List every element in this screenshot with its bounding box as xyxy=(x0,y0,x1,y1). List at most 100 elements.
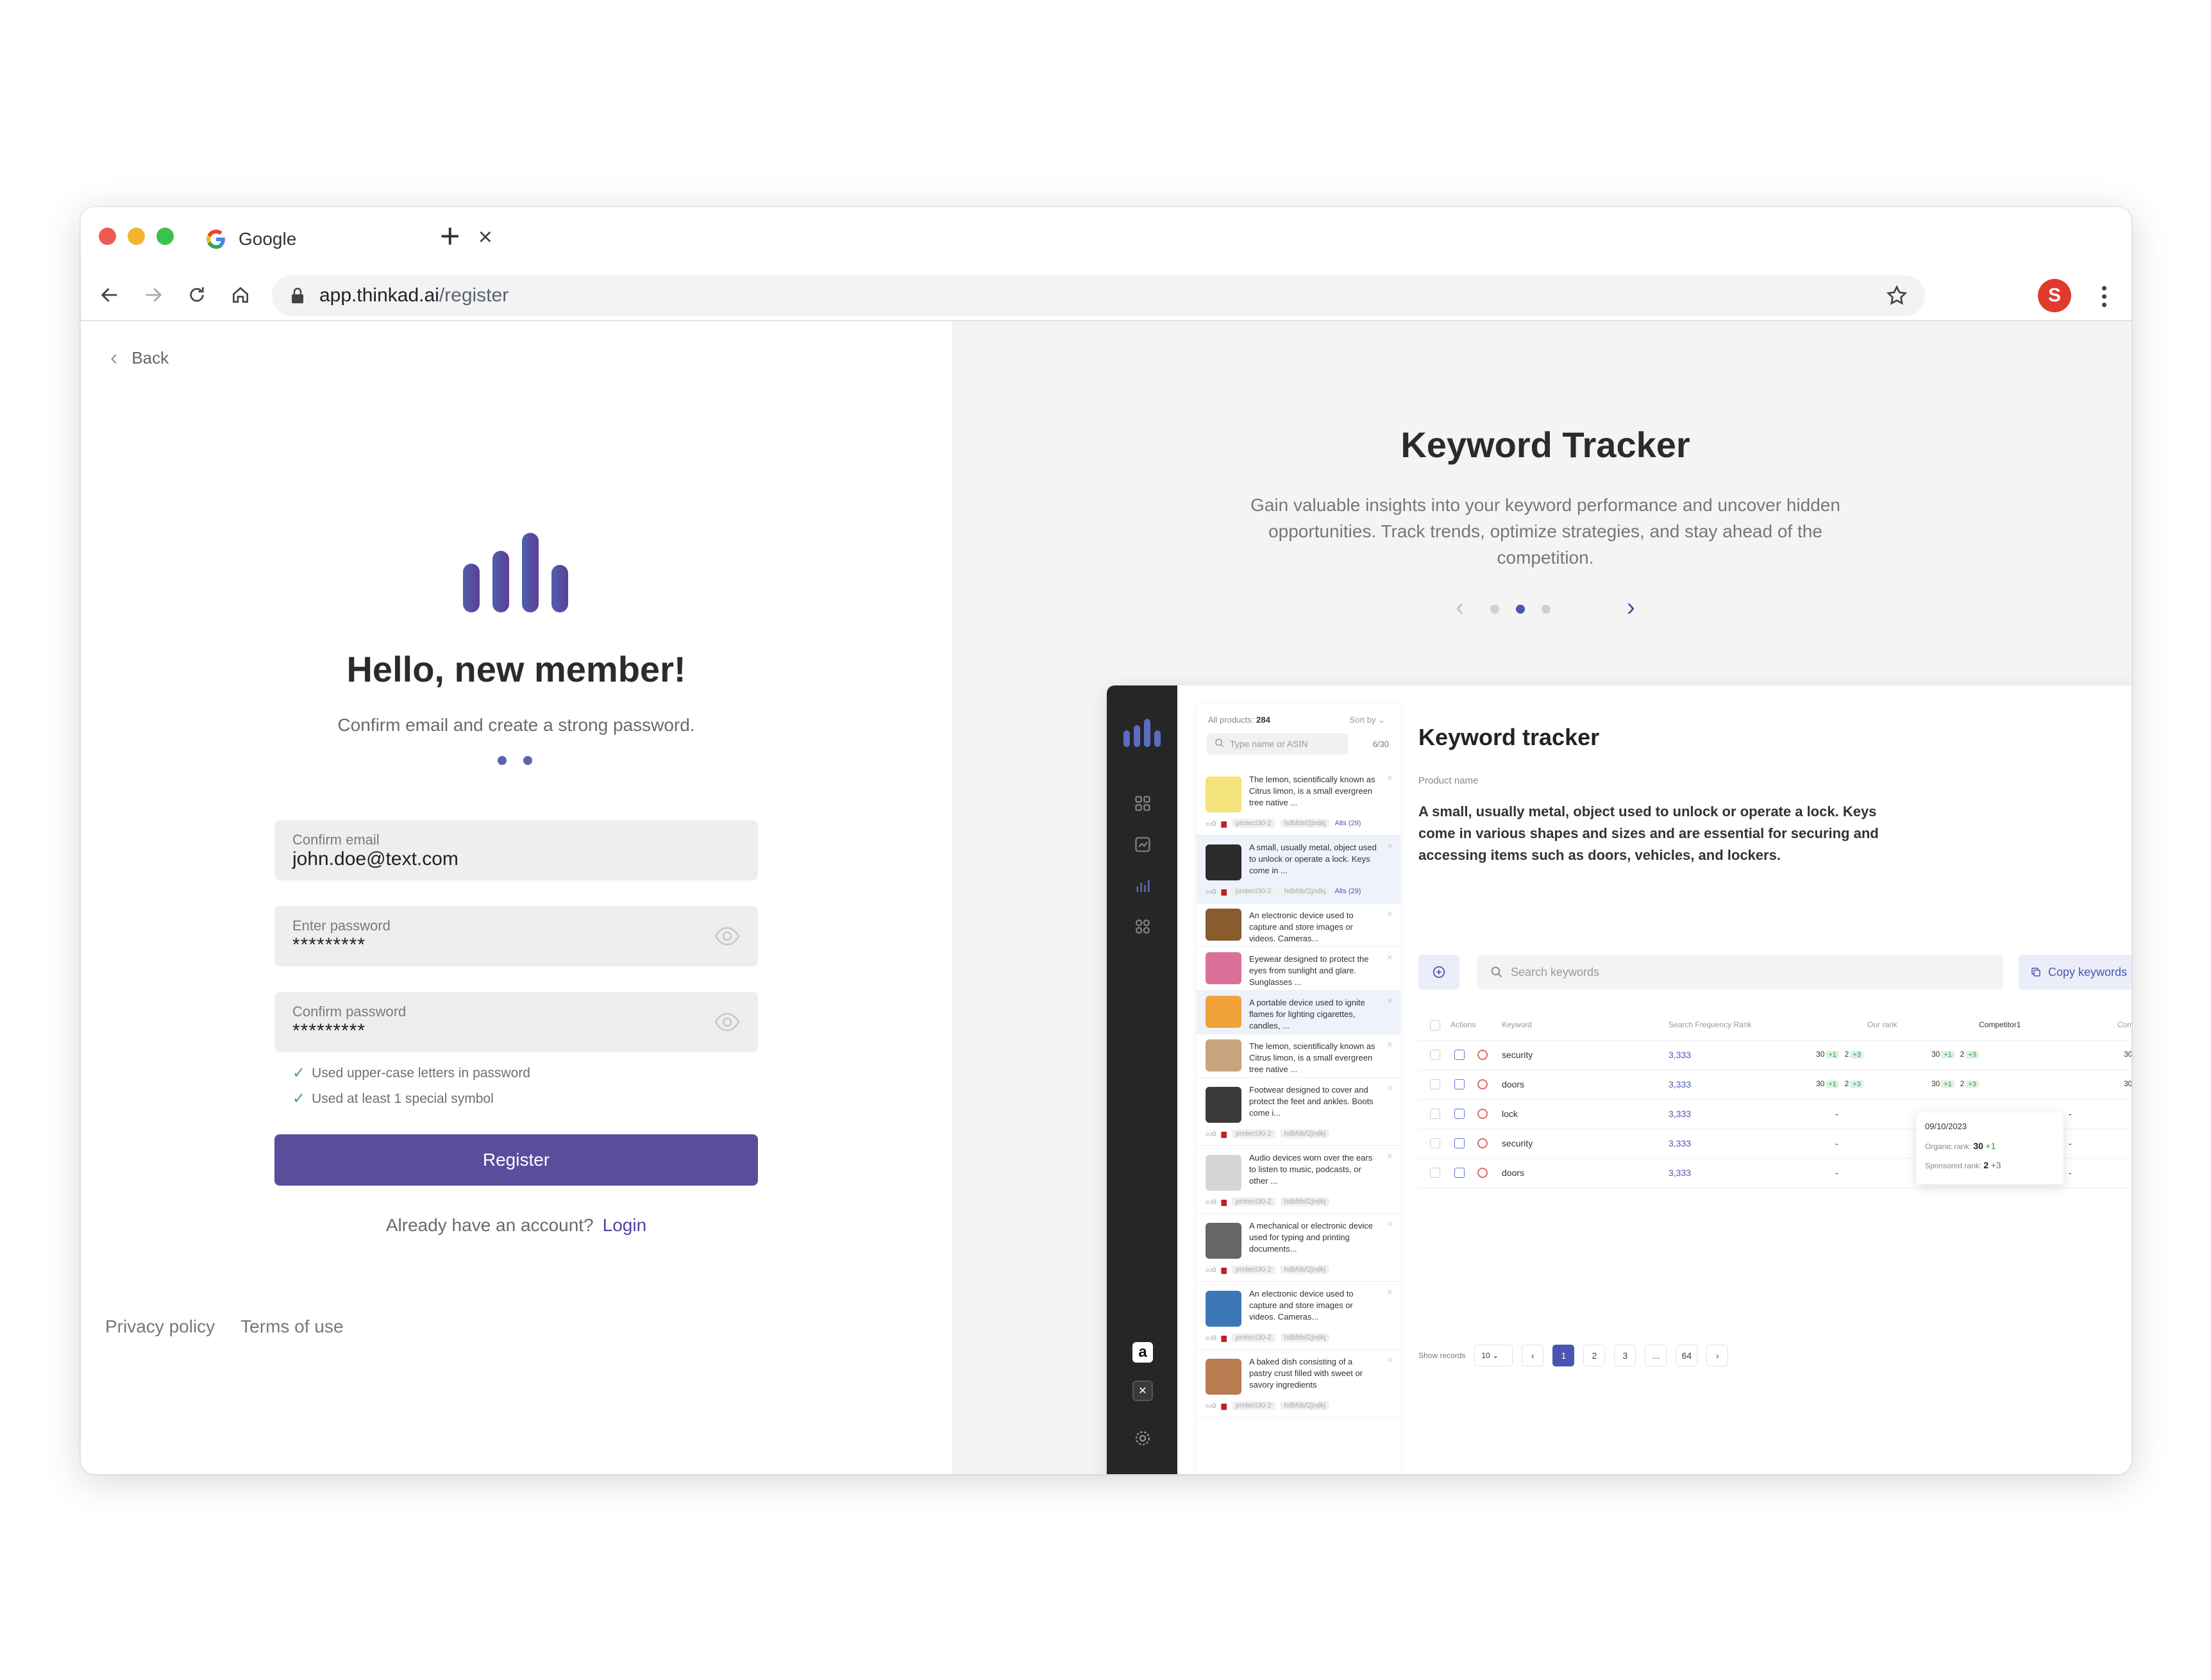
field-value[interactable]: john.doe@text.com xyxy=(292,848,458,870)
minimize-window-button[interactable] xyxy=(128,228,145,245)
home-icon[interactable] xyxy=(224,279,256,311)
track-checkbox[interactable] xyxy=(1454,1138,1465,1148)
uk-flag-icon[interactable]: ✕ xyxy=(1132,1381,1153,1401)
product-list-item[interactable]: The lemon, scientifically known as Citru… xyxy=(1197,768,1400,836)
carousel-dot[interactable] xyxy=(1542,605,1551,614)
remove-product-icon[interactable]: × xyxy=(1387,1151,1393,1163)
remove-product-icon[interactable]: × xyxy=(1387,1039,1393,1051)
forward-arrow-icon[interactable] xyxy=(137,279,169,311)
terms-of-use-link[interactable]: Terms of use xyxy=(240,1316,343,1337)
column-header[interactable]: Our rank xyxy=(1867,1020,1897,1029)
chevron-right-icon[interactable]: › xyxy=(1627,593,1635,622)
row-checkbox[interactable] xyxy=(1430,1138,1440,1148)
login-link[interactable]: Login xyxy=(603,1215,647,1235)
product-list-item[interactable]: An electronic device used to capture and… xyxy=(1197,1282,1400,1350)
amazon-icon[interactable]: a xyxy=(1132,1342,1153,1363)
copy-keywords-button[interactable]: Copy keywords xyxy=(2019,955,2131,989)
remove-product-icon[interactable]: × xyxy=(1387,1083,1393,1095)
select-all-checkbox[interactable] xyxy=(1430,1020,1440,1030)
product-search-input[interactable]: Type name or ASIN xyxy=(1207,733,1348,755)
chevron-left-icon[interactable]: ‹ xyxy=(1456,593,1464,622)
integrations-icon[interactable] xyxy=(1134,918,1152,936)
reload-icon[interactable] xyxy=(181,279,213,311)
bookmark-star-icon[interactable] xyxy=(1885,284,1908,307)
track-checkbox[interactable] xyxy=(1454,1050,1465,1060)
remove-product-icon[interactable]: × xyxy=(1387,909,1393,920)
table-row[interactable]: security 3,333 30 +1 2 +3 30 +1 2 +3 30 xyxy=(1418,1041,2131,1070)
browser-menu-icon[interactable] xyxy=(2094,280,2114,312)
block-keyword-icon[interactable] xyxy=(1477,1168,1488,1178)
page-button[interactable]: ... xyxy=(1645,1345,1667,1366)
add-keyword-button[interactable] xyxy=(1418,955,1459,989)
privacy-policy-link[interactable]: Privacy policy xyxy=(105,1316,215,1337)
row-checkbox[interactable] xyxy=(1430,1168,1440,1178)
close-window-button[interactable] xyxy=(99,228,116,245)
frequency-rank-cell[interactable]: 3,333 xyxy=(1669,1168,1691,1178)
field-value[interactable]: ********* xyxy=(292,1020,366,1042)
remove-product-icon[interactable]: × xyxy=(1387,773,1393,784)
row-checkbox[interactable] xyxy=(1430,1109,1440,1119)
product-list-item[interactable]: Eyewear designed to protect the eyes fro… xyxy=(1197,947,1400,991)
track-checkbox[interactable] xyxy=(1454,1168,1465,1178)
frequency-rank-cell[interactable]: 3,333 xyxy=(1669,1138,1691,1148)
register-button[interactable]: Register xyxy=(274,1134,758,1186)
sort-dropdown[interactable]: Sort by ⌄ xyxy=(1349,715,1385,725)
block-keyword-icon[interactable] xyxy=(1477,1109,1488,1119)
alts-toggle[interactable]: Alts (29) xyxy=(1334,887,1361,895)
tab-close-icon[interactable]: × xyxy=(478,225,492,249)
column-header[interactable]: Competitor1 xyxy=(1979,1020,2021,1029)
eye-icon[interactable] xyxy=(714,925,740,947)
column-header[interactable]: Comp xyxy=(2117,1020,2131,1029)
eye-icon[interactable] xyxy=(714,1011,740,1033)
maximize-window-button[interactable] xyxy=(156,228,174,245)
confirm-password-field[interactable]: Confirm password ********* xyxy=(274,992,758,1052)
column-header[interactable]: Search Frequency Rank xyxy=(1669,1020,1751,1029)
page-button[interactable]: 2 xyxy=(1583,1345,1606,1366)
profile-avatar[interactable]: S xyxy=(2038,279,2071,312)
row-checkbox[interactable] xyxy=(1430,1050,1440,1060)
field-value[interactable]: ********* xyxy=(292,934,366,956)
remove-product-icon[interactable]: × xyxy=(1387,1355,1393,1366)
product-list-item[interactable]: Audio devices worn over the ears to list… xyxy=(1197,1146,1400,1214)
product-list-item[interactable]: A mechanical or electronic device used f… xyxy=(1197,1214,1400,1282)
page-button[interactable]: 64 xyxy=(1676,1345,1698,1366)
product-list-item[interactable]: A baked dish consisting of a pastry crus… xyxy=(1197,1350,1400,1418)
column-header[interactable]: Keyword xyxy=(1502,1020,1532,1029)
remove-product-icon[interactable]: × xyxy=(1387,1287,1393,1298)
page-button[interactable]: 1 xyxy=(1552,1345,1575,1366)
product-list-item[interactable]: A small, usually metal, object used to u… xyxy=(1197,836,1400,903)
confirm-email-field[interactable]: Confirm email john.doe@text.com xyxy=(274,820,758,880)
product-list-item[interactable]: A portable device used to ignite flames … xyxy=(1197,991,1400,1034)
address-bar[interactable]: app.thinkad.ai/register xyxy=(272,275,1925,316)
chevron-right-icon[interactable]: › xyxy=(1706,1345,1729,1366)
gear-icon[interactable] xyxy=(1134,1429,1152,1447)
carousel-dot-active[interactable] xyxy=(1516,605,1525,614)
carousel-dot[interactable] xyxy=(1490,605,1499,614)
block-keyword-icon[interactable] xyxy=(1477,1138,1488,1148)
page-button[interactable]: 3 xyxy=(1614,1345,1636,1366)
frequency-rank-cell[interactable]: 3,333 xyxy=(1669,1050,1691,1060)
product-list-item[interactable]: An electronic device used to capture and… xyxy=(1197,903,1400,947)
remove-product-icon[interactable]: × xyxy=(1387,1219,1393,1231)
product-list-item[interactable]: The lemon, scientifically known as Citru… xyxy=(1197,1034,1400,1078)
chevron-left-icon[interactable]: ‹ xyxy=(1522,1345,1544,1366)
new-tab-button[interactable]: + xyxy=(440,219,460,253)
product-list-item[interactable]: Footwear designed to cover and protect t… xyxy=(1197,1078,1400,1146)
keyword-tracker-icon[interactable] xyxy=(1134,877,1152,895)
frequency-rank-cell[interactable]: 3,333 xyxy=(1669,1079,1691,1089)
table-row[interactable]: doors 3,333 30 +1 2 +3 30 +1 2 +3 30 xyxy=(1418,1070,2131,1100)
keyword-search-input[interactable]: Search keywords xyxy=(1477,955,2003,989)
frequency-rank-cell[interactable]: 3,333 xyxy=(1669,1109,1691,1119)
back-link[interactable]: ‹ Back xyxy=(110,347,169,369)
track-checkbox[interactable] xyxy=(1454,1109,1465,1119)
back-arrow-icon[interactable] xyxy=(94,279,126,311)
block-keyword-icon[interactable] xyxy=(1477,1050,1488,1060)
dashboard-icon[interactable] xyxy=(1134,794,1152,812)
remove-product-icon[interactable]: × xyxy=(1387,952,1393,964)
block-keyword-icon[interactable] xyxy=(1477,1079,1488,1089)
remove-product-icon[interactable]: × xyxy=(1387,996,1393,1007)
alts-toggle[interactable]: Alts (29) xyxy=(1334,819,1361,827)
records-per-page-select[interactable]: 10 ⌄ xyxy=(1474,1345,1513,1366)
track-checkbox[interactable] xyxy=(1454,1079,1465,1089)
analytics-icon[interactable] xyxy=(1134,836,1152,853)
